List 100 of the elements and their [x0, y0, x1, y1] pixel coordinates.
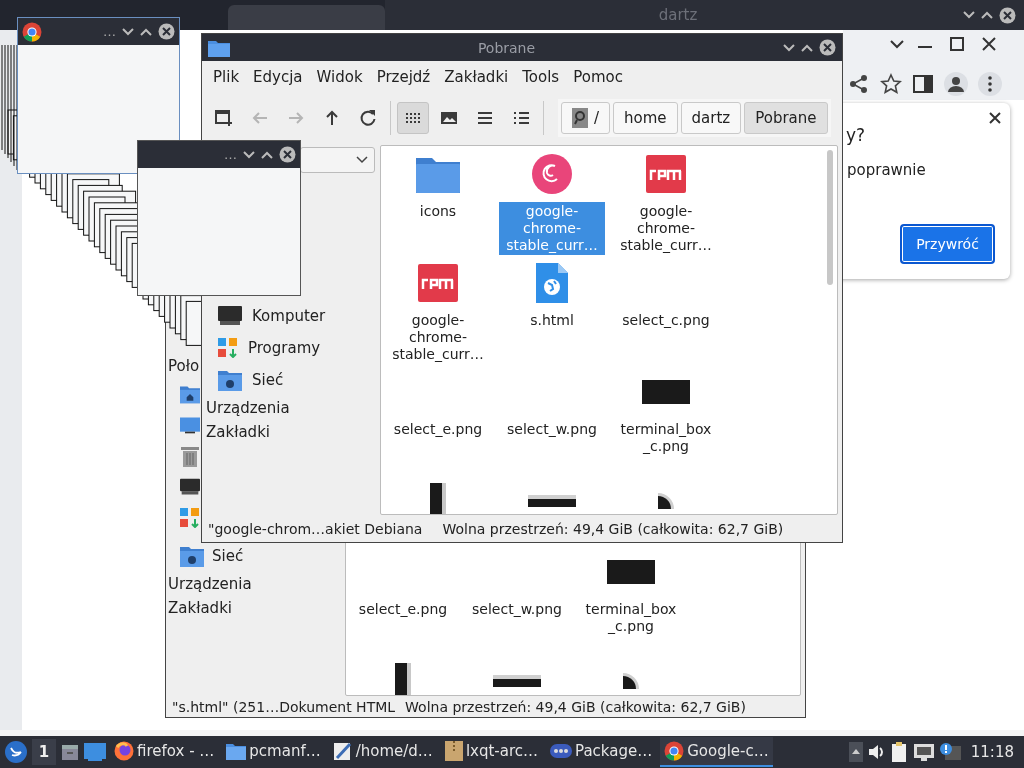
chevron-down-icon[interactable]: [890, 39, 904, 49]
network-folder-icon: [218, 369, 242, 391]
person-icon: [948, 76, 964, 92]
sidebar-item[interactable]: Programy: [206, 332, 375, 364]
vertical-bar-icon[interactable]: [395, 663, 411, 695]
task-button[interactable]: /home/d…: [328, 737, 437, 767]
path-button[interactable]: Pobrane: [744, 102, 828, 134]
window-title: Pobrane: [476, 39, 537, 56]
applications-icon: [180, 507, 200, 528]
monitor-icon[interactable]: [84, 743, 106, 761]
task-button[interactable]: firefox - …: [110, 737, 219, 767]
clipboard-icon[interactable]: [890, 741, 909, 763]
swirl-logo-icon[interactable]: [531, 153, 573, 195]
file-name[interactable]: select_e.png: [385, 420, 491, 439]
task-button[interactable]: Google-c…: [660, 737, 773, 767]
menu-item[interactable]: Zakładki: [437, 64, 516, 90]
file-name[interactable]: terminal_box _c.png: [578, 600, 684, 636]
close-icon[interactable]: [279, 146, 296, 163]
scrollbar-thumb[interactable]: [827, 150, 833, 285]
menu-item[interactable]: Widok: [309, 64, 370, 90]
maximize-icon[interactable]: [140, 27, 152, 36]
close-icon[interactable]: [999, 6, 1016, 24]
file-name[interactable]: select_e.png: [350, 600, 456, 619]
minimize-icon[interactable]: [963, 11, 975, 19]
window-title: …: [103, 24, 116, 39]
clock: 11:18: [969, 743, 1015, 761]
package-icon[interactable]: [646, 155, 686, 193]
star-icon[interactable]: [880, 73, 902, 95]
path-button[interactable]: dartz: [680, 102, 742, 134]
chevron-down-icon: [356, 156, 368, 164]
status-text: "google-chrom…akiet Debiana: [208, 520, 423, 537]
section-heading[interactable]: Zakładki: [166, 596, 344, 620]
computer-icon: [180, 476, 200, 497]
file-name[interactable]: google-chrome-stable_curr…: [613, 202, 719, 255]
applications-icon: [218, 338, 238, 358]
trash-icon: [180, 444, 200, 467]
horizontal-bar-icon[interactable]: [528, 495, 576, 507]
side-panel-icon[interactable]: [912, 73, 934, 95]
share-icon[interactable]: [848, 73, 870, 95]
folder-icon: [208, 38, 230, 57]
new-window-icon: [214, 108, 234, 128]
show-desktop-icon[interactable]: [60, 742, 80, 762]
file-name[interactable]: google-chrome-stable_curr…: [385, 311, 491, 364]
desktop-switcher[interactable]: 1: [32, 739, 56, 765]
file-name[interactable]: s.html: [499, 311, 605, 330]
file-name[interactable]: select_w.png: [464, 600, 570, 619]
maximize-icon[interactable]: [261, 150, 273, 159]
minimize-icon[interactable]: [243, 150, 255, 159]
maximize-icon[interactable]: [981, 11, 993, 19]
restore-button[interactable]: Przywróć: [900, 224, 995, 264]
network-folder-icon: [180, 545, 204, 567]
quill-icon: [332, 741, 353, 761]
file-name[interactable]: select_w.png: [499, 420, 605, 439]
chrome-icon: [22, 21, 42, 42]
file-name[interactable]: icons: [385, 202, 491, 221]
menu-item[interactable]: Tools: [515, 64, 567, 90]
corner-icon[interactable]: [623, 673, 639, 689]
reload-icon: [358, 108, 378, 128]
menu-item[interactable]: Plik: [206, 64, 247, 90]
menu-item[interactable]: Pomoc: [566, 64, 630, 90]
status-text: "s.html" (251…Dokument HTML: [172, 698, 396, 715]
file-name[interactable]: select_c.png: [613, 311, 719, 330]
sidebar-item[interactable]: Sieć: [206, 364, 375, 396]
sidebar-item[interactable]: Komputer: [206, 300, 375, 332]
folder-icon[interactable]: [416, 155, 460, 193]
start-menu-icon[interactable]: [4, 740, 28, 764]
maximize-icon[interactable]: [801, 43, 813, 52]
notification-icon[interactable]: [938, 742, 961, 762]
section-heading[interactable]: Urządzenia: [166, 572, 344, 596]
dialog-heading: y?: [846, 125, 866, 145]
task-button[interactable]: Package…: [546, 737, 657, 767]
more-icon: [988, 76, 992, 92]
status-text: Wolna przestrzeń: 49,4 GiB (całkowita: 62,7 GiB): [405, 698, 746, 715]
close-icon[interactable]: [819, 39, 836, 56]
vertical-bar-icon[interactable]: [430, 483, 446, 514]
dots-icon: [550, 744, 572, 758]
section-heading[interactable]: Zakładki: [206, 420, 375, 444]
task-button[interactable]: pcmanf…: [222, 737, 325, 767]
package-icon[interactable]: [418, 264, 458, 302]
horizontal-bar-icon[interactable]: [493, 675, 541, 687]
folder-icon: [226, 742, 247, 760]
network-icon[interactable]: [912, 743, 935, 761]
corner-icon[interactable]: [658, 493, 674, 509]
menu-item[interactable]: Edycja: [246, 64, 310, 90]
close-icon[interactable]: [988, 111, 1002, 125]
grid-view-button[interactable]: [397, 102, 429, 134]
path-button[interactable]: /: [561, 102, 611, 134]
web-page-icon[interactable]: [536, 263, 568, 303]
window-title: …: [224, 147, 237, 162]
computer-icon: [218, 306, 242, 326]
status-text: Wolna przestrzeń: 49,4 GiB (całkowita: 62,7 GiB): [442, 520, 784, 537]
sidebar-item[interactable]: Sieć: [166, 544, 244, 568]
minimize-icon[interactable]: [783, 43, 795, 52]
close-icon[interactable]: [158, 23, 175, 40]
task-button[interactable]: lxqt-arc…: [440, 737, 542, 767]
path-button[interactable]: home: [613, 102, 678, 134]
file-name[interactable]: terminal_box _c.png: [613, 420, 719, 456]
menu-item[interactable]: Przejdź: [369, 64, 438, 90]
minimize-icon[interactable]: [122, 27, 134, 36]
section-heading[interactable]: Urządzenia: [206, 396, 375, 420]
